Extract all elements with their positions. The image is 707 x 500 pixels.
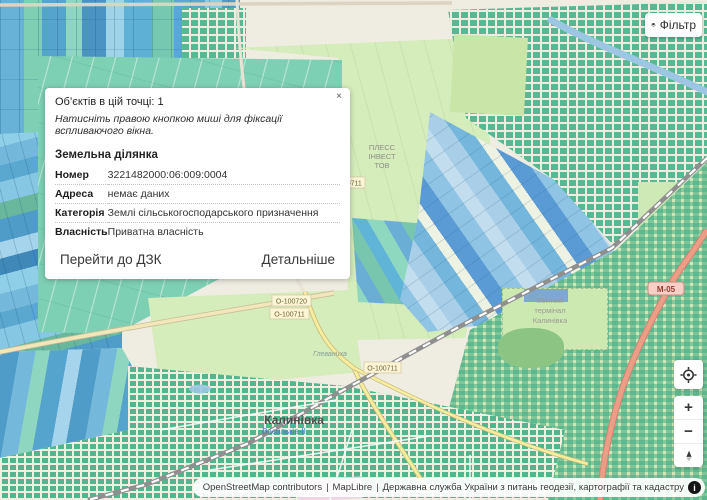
field-value: Приватна власність <box>108 223 340 242</box>
attribution-bar: OpenStreetMap contributors | MapLibre | … <box>193 478 705 497</box>
road-ref-badge-d: О-100711 <box>364 362 401 373</box>
zoom-controls: + − <box>674 396 703 467</box>
close-icon[interactable]: × <box>335 91 343 103</box>
field-value: 3221482000:06:009:0004 <box>108 166 340 185</box>
field-label: Власність <box>55 223 108 242</box>
filter-button-label: Фільтр <box>660 18 696 32</box>
info-icon[interactable]: i <box>688 481 701 494</box>
popup-object-count: Об’єктів в цій точці: 1 <box>55 96 340 108</box>
field-value: немає даних <box>108 185 340 204</box>
table-row: Власність Приватна власність <box>55 223 340 242</box>
map-popup: × Об’єктів в цій точці: 1 Натисніть прав… <box>45 88 350 279</box>
table-row: Адреса немає даних <box>55 185 340 204</box>
attribution-separator: | <box>376 482 378 493</box>
map-patch-green-1 <box>450 34 528 116</box>
field-label: Категорія <box>55 204 108 223</box>
filter-layers-icon <box>651 19 656 31</box>
geolocate-icon <box>680 366 697 384</box>
map-terminal-building <box>524 289 568 302</box>
attribution-separator: | <box>326 482 328 493</box>
attribution-maplibre-link[interactable]: MapLibre <box>333 482 373 493</box>
table-row: Категорія Землі сільськогосподарського п… <box>55 204 340 223</box>
zoom-in-button[interactable]: + <box>674 396 703 420</box>
filter-button[interactable]: Фільтр <box>645 13 702 37</box>
attribution-osm-link[interactable]: OpenStreetMap contributors <box>203 482 322 493</box>
details-button[interactable]: Детальніше <box>257 250 340 269</box>
field-label: Номер <box>55 166 108 185</box>
map-grove <box>498 328 564 368</box>
popup-section-title: Земельна ділянка <box>55 149 340 161</box>
attribution-agency-link[interactable]: Державна служба України з питань геодезі… <box>383 482 684 493</box>
goto-dzk-button[interactable]: Перейти до ДЗК <box>55 250 167 269</box>
zoom-out-button[interactable]: − <box>674 420 703 444</box>
popup-actions: Перейти до ДЗК Детальніше <box>55 250 340 269</box>
parcel-fields-table: Номер 3221482000:06:009:0004 Адреса нема… <box>55 166 340 241</box>
compass-button[interactable] <box>674 444 703 467</box>
geolocate-button[interactable] <box>674 360 703 389</box>
compass-icon <box>682 449 696 463</box>
popup-hint: Натисніть правою кнопкою миші для фіксац… <box>55 113 340 137</box>
field-label: Адреса <box>55 185 108 204</box>
table-row: Номер 3221482000:06:009:0004 <box>55 166 340 185</box>
cadastral-map-app: ПЛЕСС ІНВЕСТ ТОВ О-100711 О-100720 О-100… <box>0 0 707 500</box>
field-value: Землі сільськогосподарського призначення <box>108 204 340 223</box>
road-ref-d-label: О-100711 <box>367 366 398 373</box>
